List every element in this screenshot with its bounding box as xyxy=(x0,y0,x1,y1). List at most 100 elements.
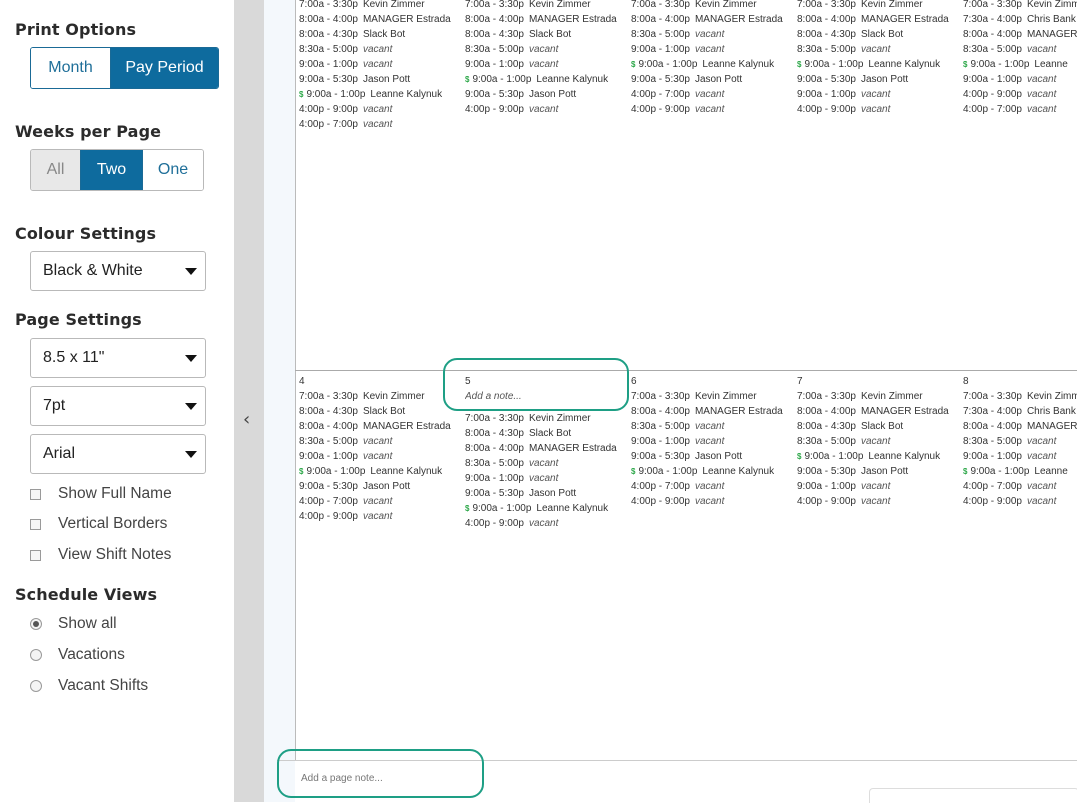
colour-select[interactable]: Black & White xyxy=(30,251,206,291)
font-select[interactable]: Arial xyxy=(30,434,206,474)
shift-time: 4:00p - 7:00p xyxy=(299,119,358,130)
checkbox-box[interactable] xyxy=(30,549,41,561)
day-column: 7:00a - 3:30p Kevin Zimmer 8:00a - 4:00p MA… xyxy=(465,0,631,117)
checkbox-box[interactable] xyxy=(30,518,41,530)
shift-row: 4:00p - 9:00p vacant xyxy=(797,102,963,117)
shift-time: 8:00a - 4:00p xyxy=(797,14,856,25)
employee-name: Kevin Zimm xyxy=(1026,0,1077,10)
shift-time: 7:00a - 3:30p xyxy=(963,391,1022,402)
vacant-label: vacant xyxy=(860,481,891,492)
day-column: 6 7:00a - 3:30p Kevin Zimmer 8:00a - 4:00p M… xyxy=(631,374,797,509)
view-shift-notes-checkbox[interactable]: View Shift Notes xyxy=(30,546,171,564)
employee-name: Jason Pott xyxy=(694,74,743,85)
vacations-radio[interactable]: Vacations xyxy=(30,646,125,664)
day-number: 4 xyxy=(299,376,305,387)
font-size-select[interactable]: 7pt xyxy=(30,386,206,426)
shift-time: 9:00a - 1:00p xyxy=(804,59,864,70)
employee-name: Slack Bot xyxy=(860,29,904,40)
print-preview-page: 7:00a - 3:30p Kevin Zimmer 8:00a - 4:00p MA… xyxy=(295,0,1077,760)
shift-time: 8:30a - 5:00p xyxy=(465,44,524,55)
shift-row: 4:00p - 9:00p vacant xyxy=(299,102,465,117)
weeks-one-button[interactable]: One xyxy=(142,150,203,190)
dollar-icon: $ xyxy=(797,60,802,69)
shift-time: 7:00a - 3:30p xyxy=(465,413,524,424)
weeks-two-button[interactable]: Two xyxy=(80,150,142,190)
radio-label: Show all xyxy=(58,615,117,632)
show-full-name-checkbox[interactable]: Show Full Name xyxy=(30,485,172,503)
vacant-label: vacant xyxy=(1026,436,1057,447)
shift-time: 8:00a - 4:00p xyxy=(299,14,358,25)
vacant-label: vacant xyxy=(860,104,891,115)
shift-time: 8:30a - 5:00p xyxy=(631,421,690,432)
week-row-1: 7:00a - 3:30p Kevin Zimmer 8:00a - 4:00p MA… xyxy=(296,0,1077,367)
dollar-icon: $ xyxy=(631,467,636,476)
shift-time: 9:00a - 5:30p xyxy=(797,74,856,85)
vacant-label: vacant xyxy=(860,496,891,507)
vacant-label: vacant xyxy=(694,44,725,55)
shift-time: 9:00a - 1:00p xyxy=(299,451,358,462)
shift-time: 7:00a - 3:30p xyxy=(963,0,1022,10)
shift-time: 9:00a - 1:00p xyxy=(306,89,366,100)
dollar-icon: $ xyxy=(465,75,470,84)
shift-row: 9:00a - 5:30p Jason Pott xyxy=(797,72,963,87)
shift-time: 9:00a - 5:30p xyxy=(465,488,524,499)
vertical-borders-checkbox[interactable]: Vertical Borders xyxy=(30,515,167,533)
vacant-label: vacant xyxy=(1026,74,1057,85)
employee-name: MANAGER Estrada xyxy=(362,421,451,432)
employee-name: Kevin Zimmer xyxy=(362,0,425,10)
shift-row: 4:00p - 7:00p vacant xyxy=(299,494,465,509)
employee-name: Leanne Kalynuk xyxy=(702,466,775,477)
shift-row: 8:30a - 5:00p vacant xyxy=(631,27,797,42)
employee-name: Leanne Kalynuk xyxy=(536,74,609,85)
paper-size-value: 8.5 x 11" xyxy=(43,349,105,366)
shift-row: 7:30a - 4:00p Chris Bank xyxy=(963,12,1077,27)
show-all-radio[interactable]: Show all xyxy=(30,615,117,633)
week-row-2: 4 7:00a - 3:30p Kevin Zimmer 8:00a - 4:30p S… xyxy=(296,374,1077,754)
shift-time: 7:00a - 3:30p xyxy=(465,0,524,10)
sidebar-collapse-strip[interactable]: ‹ xyxy=(234,0,264,802)
vacant-label: vacant xyxy=(694,496,725,507)
weeks-all-button[interactable]: All xyxy=(31,150,80,190)
shift-row: 4:00p - 7:00p vacant xyxy=(963,102,1077,117)
shift-row: 7:00a - 3:30p Kevin Zimmer xyxy=(631,0,797,12)
week-divider xyxy=(295,370,1077,371)
month-button[interactable]: Month xyxy=(31,48,110,88)
shift-row: 9:00a - 5:30p Jason Pott xyxy=(299,72,465,87)
shift-time: 4:00p - 9:00p xyxy=(631,104,690,115)
shift-row: 8:00a - 4:00p MANAGER Estrada xyxy=(631,12,797,27)
employee-name: Leanne xyxy=(1034,466,1068,477)
shift-time: 8:00a - 4:30p xyxy=(299,406,358,417)
vacant-shifts-radio[interactable]: Vacant Shifts xyxy=(30,677,148,695)
vacant-label: vacant xyxy=(1026,496,1057,507)
employee-name: Slack Bot xyxy=(528,428,572,439)
shift-time: 8:00a - 4:00p xyxy=(963,29,1022,40)
radio-selected[interactable] xyxy=(30,618,42,630)
employee-name: MANAGER Estrada xyxy=(362,14,451,25)
employee-name: Kevin Zimm xyxy=(1026,391,1077,402)
vacant-label: vacant xyxy=(694,104,725,115)
day-column: 7:00a - 3:30p Kevin Zimm 7:30a - 4:00p Chri… xyxy=(963,0,1077,117)
vacant-label: vacant xyxy=(362,511,393,522)
shift-row: 8:30a - 5:00p vacant xyxy=(963,434,1077,449)
pay-period-button[interactable]: Pay Period xyxy=(110,48,218,88)
shift-row: 9:00a - 1:00p vacant xyxy=(963,449,1077,464)
radio-unselected[interactable] xyxy=(30,680,42,692)
shift-row: 4:00p - 7:00p vacant xyxy=(631,479,797,494)
chevron-left-icon[interactable]: ‹ xyxy=(243,409,250,430)
shift-row: 8:00a - 4:00p MANAGER Estrada xyxy=(797,12,963,27)
shift-time: 9:00a - 1:00p xyxy=(631,44,690,55)
shift-row: 8:30a - 5:00p vacant xyxy=(465,456,631,471)
shift-row: $9:00a - 1:00p Leanne Kalynuk xyxy=(299,87,465,102)
vacant-label: vacant xyxy=(1026,451,1057,462)
checkbox-box[interactable] xyxy=(30,488,41,500)
day-column: 7:00a - 3:30p Kevin Zimmer 8:00a - 4:00p MA… xyxy=(797,0,963,117)
vacant-label: vacant xyxy=(528,473,559,484)
shift-row: 8:00a - 4:00p MANAGER Estrada xyxy=(299,12,465,27)
shift-row: 8:00a - 4:00p MANAGER Estrada xyxy=(299,419,465,434)
shift-row: 9:00a - 1:00p vacant xyxy=(797,479,963,494)
shift-time: 8:30a - 5:00p xyxy=(797,44,856,55)
employee-name: Leanne Kalynuk xyxy=(370,89,443,100)
radio-unselected[interactable] xyxy=(30,649,42,661)
shift-time: 4:00p - 9:00p xyxy=(465,104,524,115)
paper-size-select[interactable]: 8.5 x 11" xyxy=(30,338,206,378)
